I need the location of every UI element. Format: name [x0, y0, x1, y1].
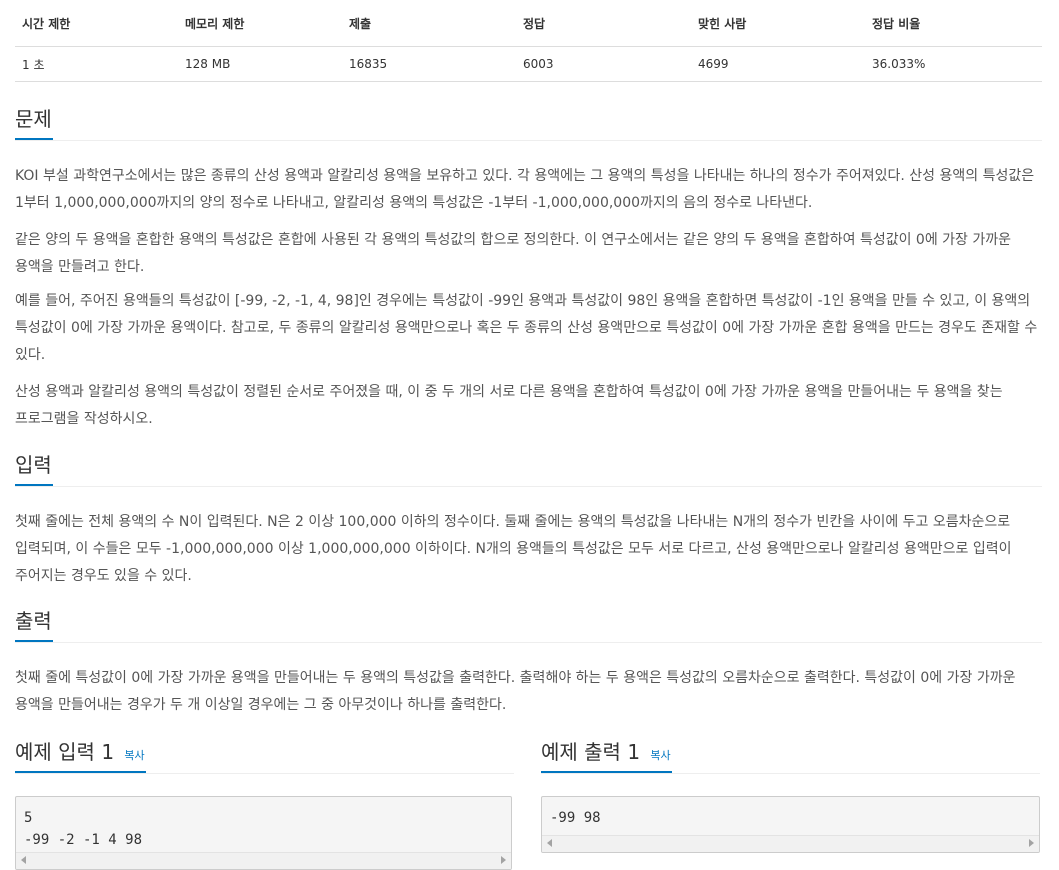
problem-page: 시간 제한 메모리 제한 제출 정답 맞힌 사람 정답 비율 1 초 128 M… — [15, 0, 1042, 870]
info-header-row: 시간 제한 메모리 제한 제출 정답 맞힌 사람 정답 비율 — [15, 0, 1042, 47]
sample-input-content: 5 -99 -2 -1 4 98 — [24, 810, 143, 848]
header-solved-users: 맞힌 사람 — [691, 0, 865, 47]
value-accepted: 6003 — [516, 46, 691, 82]
problem-description-title: 문제 — [15, 100, 53, 140]
value-solved-users: 4699 — [691, 46, 865, 82]
sample-input-box[interactable]: 5 -99 -2 -1 4 98 — [15, 796, 512, 870]
input-section-header: 입력 — [15, 446, 1042, 487]
info-value-row: 1 초 128 MB 16835 6003 4699 36.033% — [15, 46, 1042, 82]
scroll-left-arrow-icon[interactable] — [547, 839, 552, 847]
header-time-limit: 시간 제한 — [15, 0, 178, 47]
problem-description-header: 문제 — [15, 100, 1042, 141]
scroll-right-arrow-icon[interactable] — [1029, 839, 1034, 847]
sample-output-content: -99 98 — [550, 810, 601, 826]
header-submissions: 제출 — [342, 0, 516, 47]
sample-output-title-text: 예제 출력 1 — [541, 740, 641, 764]
value-time-limit: 1 초 — [15, 46, 178, 82]
sample-input-scrollbar[interactable] — [16, 852, 511, 869]
problem-paragraph-1: KOI 부설 과학연구소에서는 많은 종류의 산성 용액과 알칼리성 용액을 보… — [15, 168, 1035, 211]
input-section-title: 입력 — [15, 446, 53, 486]
sample-input-header: 예제 입력 1 복사 — [15, 733, 514, 774]
problem-paragraph-2: 같은 양의 두 용액을 혼합한 용액의 특성값은 혼합에 사용된 각 용액의 특… — [15, 232, 1011, 275]
sample-output-scrollbar[interactable] — [542, 835, 1039, 852]
scroll-right-arrow-icon[interactable] — [501, 856, 506, 864]
header-accepted: 정답 — [516, 0, 691, 47]
sample-input-title-text: 예제 입력 1 — [15, 740, 115, 764]
header-accept-ratio: 정답 비율 — [865, 0, 1042, 47]
sample-input-title: 예제 입력 1 복사 — [15, 733, 146, 773]
problem-paragraph-4: 산성 용액과 알칼리성 용액의 특성값이 정렬된 순서로 주어졌을 때, 이 중… — [15, 384, 1003, 427]
value-submissions: 16835 — [342, 46, 516, 82]
sample-output-header: 예제 출력 1 복사 — [541, 733, 1040, 774]
scroll-left-arrow-icon[interactable] — [21, 856, 26, 864]
output-description: 첫째 줄에 특성값이 0에 가장 가까운 용액을 만들어내는 두 용액의 특성값… — [15, 670, 1016, 713]
output-section-header: 출력 — [15, 602, 1042, 643]
problem-info-table: 시간 제한 메모리 제한 제출 정답 맞힌 사람 정답 비율 1 초 128 M… — [15, 0, 1042, 82]
sample-output-copy-button[interactable]: 복사 — [650, 749, 670, 762]
sample-output-box[interactable]: -99 98 — [541, 796, 1040, 853]
header-memory-limit: 메모리 제한 — [178, 0, 342, 47]
output-section-title: 출력 — [15, 602, 53, 642]
sample-input-copy-button[interactable]: 복사 — [124, 749, 144, 762]
input-description: 첫째 줄에는 전체 용액의 수 N이 입력된다. N은 2 이상 100,000… — [15, 514, 1012, 584]
problem-paragraph-3: 예를 들어, 주어진 용액들의 특성값이 [-99, -2, -1, 4, 98… — [15, 293, 1038, 363]
value-accept-ratio: 36.033% — [865, 46, 1042, 82]
value-memory-limit: 128 MB — [178, 46, 342, 82]
sample-output-title: 예제 출력 1 복사 — [541, 733, 672, 773]
